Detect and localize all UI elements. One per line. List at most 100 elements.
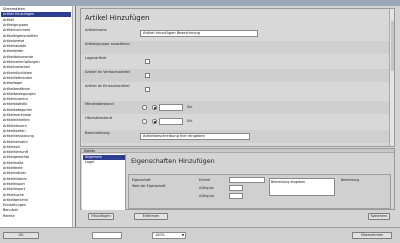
zoom-select-value: 100% (155, 233, 165, 237)
sidebar-item[interactable]: Artikelrabatte (1, 44, 71, 49)
sidebar-item[interactable]: Artikelnummern (1, 28, 71, 33)
field4-input[interactable] (229, 185, 243, 191)
text-input[interactable]: Artikelbeschreibung hier eingeben (140, 133, 250, 140)
chevron-down-icon: ▼ (181, 233, 184, 237)
radio-button[interactable] (142, 119, 147, 124)
sidebar-item[interactable]: Artikelmerkmale (1, 113, 71, 118)
checkbox[interactable] (145, 87, 150, 92)
sidebar-item[interactable]: Artikelinventur (1, 97, 71, 102)
sidebar-item[interactable]: Artikelbilder (1, 49, 71, 54)
field3-input[interactable] (229, 177, 265, 183)
field5-label: Gültig bis (199, 194, 215, 198)
sidebar-scrollbar[interactable] (72, 6, 75, 227)
sidebar-item[interactable]: Artikellager (1, 81, 71, 86)
field5-input[interactable] (229, 193, 243, 199)
sidebar-item[interactable]: Artikelkonten (1, 129, 71, 134)
field1-label: Eigenschaft (132, 178, 151, 182)
sidebar-item[interactable]: Artikelgruppen (1, 23, 71, 28)
form-row: Artikel ist Einkaufsartikel (82, 83, 390, 96)
sidebar-item[interactable]: Stammdaten (1, 7, 71, 12)
sidebar-item[interactable]: Artikel (1, 18, 71, 23)
sidebar-nav: Stammdaten Artikel Hinzufügen Artikel Artik… (0, 6, 76, 227)
sidebar-item[interactable]: Artikeldokumente (1, 55, 71, 60)
panel-scrollbar[interactable] (389, 9, 394, 146)
sidebar-item[interactable]: Artikelhistorie (1, 177, 71, 182)
save-button[interactable]: Speichern (368, 213, 390, 220)
notes-label: Bemerkung (341, 178, 360, 182)
sidebar-item[interactable]: Artikelberichte (1, 198, 71, 203)
sidebar-item[interactable]: Artikelimport (1, 187, 71, 192)
details-list-item[interactable]: Allgemein (83, 155, 125, 160)
sidebar-item[interactable]: Artikelherkunft (1, 150, 71, 155)
form-row: Artikel ist Verkaufsartikel (82, 69, 390, 82)
form-row: Mindestbestand Stk (82, 101, 390, 114)
notes-textarea[interactable]: Bemerkung eingeben (269, 178, 335, 196)
sidebar-item[interactable]: Artikelkategorien (1, 108, 71, 113)
form-row-label: Mindestbestand (85, 102, 114, 106)
details-list: Allgemein Lager (82, 154, 126, 210)
sidebar-item[interactable]: Artikelexport (1, 182, 71, 187)
form-row-label: Artikelname (85, 28, 107, 32)
sidebar-item[interactable]: Artikelstücklisten (1, 71, 71, 76)
sidebar-item[interactable]: Artikelzoll (1, 145, 71, 150)
field2-label: Wert der Eigenschaft (132, 184, 166, 188)
form-row: Artikelname Artikel hinzufügen Bezeichnun… (82, 27, 390, 40)
sidebar-item[interactable]: Rechte (1, 214, 71, 219)
form-row: Beschreibung Artikelbeschreibung hier ein… (82, 130, 390, 143)
sidebar-item[interactable]: Artikelpreise (1, 39, 71, 44)
radio-button[interactable] (142, 105, 147, 110)
sidebar-item[interactable]: Artikelverknüpfungen (1, 60, 71, 65)
sidebar-item[interactable]: Artikelversand (1, 140, 71, 145)
sidebar-item[interactable]: Artikelbestände (1, 87, 71, 92)
number-input[interactable] (159, 104, 183, 111)
radio-button[interactable] (152, 119, 157, 124)
details-title: Eigenschaften Hinzufügen (131, 157, 215, 165)
remove-button[interactable]: Entfernen (134, 213, 168, 220)
radio-button[interactable] (152, 105, 157, 110)
sidebar-item[interactable]: Artikelmaße (1, 161, 71, 166)
sidebar-item[interactable]: Artikelbewegungen (1, 92, 71, 97)
sidebar-item[interactable]: Artikeltexte (1, 166, 71, 171)
sidebar-item[interactable]: Artikel Hinzufügen (1, 12, 71, 17)
details-header: Details (81, 149, 394, 153)
form-row-label: Artikel ist Einkaufsartikel (85, 84, 130, 88)
details-box: Eigenschaft Wert der Eigenschaft Einheit… (128, 174, 391, 209)
checkbox[interactable] (145, 59, 150, 64)
page-title: Artikel Hinzufügen (85, 14, 150, 22)
sidebar-item[interactable]: Benutzer (1, 208, 71, 213)
sidebar-item[interactable]: Artikeleinheiten (1, 118, 71, 123)
panel-scrollbar-thumb[interactable] (390, 21, 394, 71)
form-row-label: Artikelgruppe auswählen (85, 42, 130, 46)
details-header-label: Details (84, 149, 96, 153)
apply-button[interactable]: Übernehmen (352, 232, 392, 239)
form-row: Höchstbestand Stk (82, 115, 390, 128)
status-input[interactable] (92, 232, 122, 239)
field3-label: Einheit (199, 178, 211, 182)
sidebar-item[interactable]: Einstellungen (1, 203, 71, 208)
sidebar-item[interactable]: Artikelsteuern (1, 124, 71, 129)
sidebar-item[interactable]: Artikelstatistik (1, 102, 71, 107)
form-row-label: Lagerartikel (85, 56, 107, 60)
ok-button[interactable]: OK (3, 232, 39, 239)
sidebar-item[interactable]: Artikelverpackung (1, 134, 71, 139)
sidebar-item[interactable]: Artikeleigenschaften (1, 34, 71, 39)
add-button[interactable]: Hinzufügen (88, 213, 114, 220)
sidebar-item[interactable]: Artikelgewichte (1, 155, 71, 160)
sidebar-item[interactable]: Artikellieferanten (1, 76, 71, 81)
zoom-select[interactable]: 100% ▼ (152, 232, 186, 239)
sidebar-item[interactable]: Artikelvarianten (1, 65, 71, 70)
bottom-bar: OK 100% ▼ Übernehmen (0, 227, 400, 243)
form-row-label: Höchstbestand (85, 116, 112, 120)
field4-label: Gültig ab (199, 186, 214, 190)
form-row: Artikelgruppe auswählen (82, 41, 390, 54)
form-row: Lagerartikel (82, 55, 390, 68)
form-row-label: Artikel ist Verkaufsartikel (85, 70, 130, 74)
sidebar-item[interactable]: Artikelnotizen (1, 171, 71, 176)
unit-label: Stk (187, 105, 193, 109)
details-list-item[interactable]: Lager (83, 160, 125, 165)
sidebar-item[interactable]: Artikelsuche (1, 193, 71, 198)
form-panel: Artikel Hinzufügen Artikelname Artikel hi… (80, 8, 395, 147)
number-input[interactable] (159, 118, 183, 125)
checkbox[interactable] (145, 73, 150, 78)
text-input[interactable]: Artikel hinzufügen Bezeichnung (140, 30, 258, 37)
